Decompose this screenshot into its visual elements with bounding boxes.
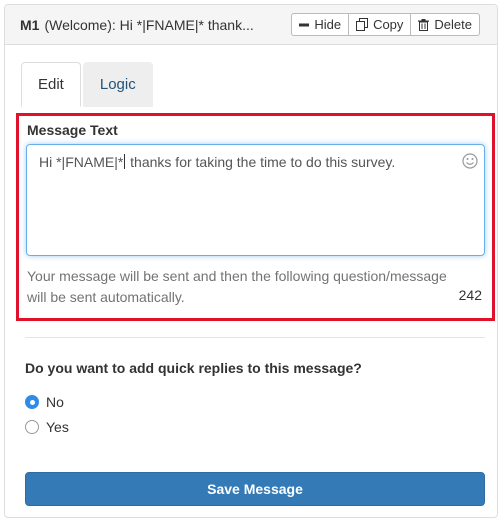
- radio-yes[interactable]: [25, 420, 39, 434]
- panel-title: M1 (Welcome): Hi *|FNAME|* thank...: [20, 17, 291, 33]
- message-panel: M1 (Welcome): Hi *|FNAME|* thank... Hide …: [4, 4, 498, 518]
- header-button-group: Hide Copy Delete: [291, 13, 480, 36]
- panel-header: M1 (Welcome): Hi *|FNAME|* thank... Hide …: [5, 5, 497, 45]
- message-textarea[interactable]: Hi *|FNAME|* thanks for taking the time …: [26, 144, 485, 256]
- message-help-text: Your message will be sent and then the f…: [27, 268, 447, 305]
- hide-button[interactable]: Hide: [291, 13, 350, 36]
- minus-icon: [299, 20, 310, 30]
- message-title: (Welcome): Hi *|FNAME|* thank...: [44, 16, 254, 33]
- radio-no-label: No: [46, 394, 64, 410]
- radio-yes-label: Yes: [46, 419, 69, 435]
- message-id: M1: [20, 16, 40, 33]
- save-message-button[interactable]: Save Message: [25, 472, 485, 506]
- tab-logic[interactable]: Logic: [82, 62, 153, 107]
- copy-button-label: Copy: [373, 17, 404, 32]
- character-count: 242: [458, 287, 482, 303]
- radio-no[interactable]: [25, 395, 39, 409]
- section-divider: [25, 337, 485, 338]
- message-text-section: Message Text Hi *|FNAME|* thanks for tak…: [16, 113, 495, 321]
- tab-edit[interactable]: Edit: [21, 62, 81, 107]
- delete-button-label: Delete: [434, 17, 472, 32]
- quick-reply-option-no[interactable]: No: [25, 394, 64, 410]
- message-text-before-cursor: Hi *|FNAME|*: [39, 154, 124, 170]
- quick-reply-option-yes[interactable]: Yes: [25, 419, 69, 435]
- hide-button-label: Hide: [314, 17, 342, 32]
- copy-button[interactable]: Copy: [348, 13, 412, 36]
- tab-bar: Edit Logic: [21, 62, 153, 107]
- message-text-after-cursor: thanks for taking the time to do this su…: [126, 154, 396, 170]
- trash-icon: [418, 18, 430, 31]
- smiley-icon[interactable]: [462, 153, 478, 172]
- copy-icon: [356, 18, 369, 31]
- message-text-label: Message Text: [27, 122, 118, 138]
- quick-replies-question: Do you want to add quick replies to this…: [25, 360, 362, 376]
- delete-button[interactable]: Delete: [410, 13, 480, 36]
